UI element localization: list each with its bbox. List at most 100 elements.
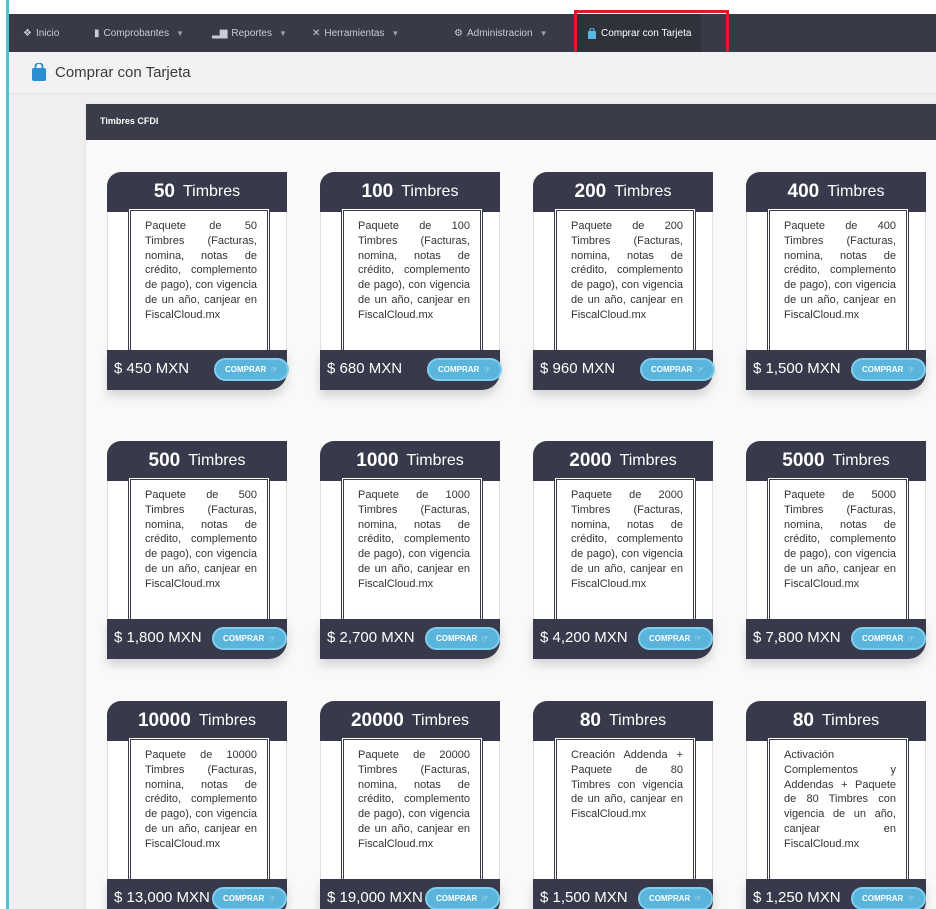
card-header: 500 Timbres <box>107 441 287 481</box>
card-price: $ 1,500 MXN <box>540 889 628 906</box>
card-price: $ 7,800 MXN <box>753 629 841 646</box>
card-unit: Timbres <box>411 712 470 729</box>
card-header: 400 Timbres <box>746 172 926 212</box>
card-unit: Timbres <box>614 183 672 200</box>
comprar-button[interactable]: COMPRAR ☞ <box>425 627 500 650</box>
comprar-button[interactable]: COMPRAR ☞ <box>425 887 500 909</box>
comprar-button[interactable]: COMPRAR ☞ <box>638 627 713 650</box>
active-nav-highlight <box>574 10 729 58</box>
hand-pointer-icon: ☞ <box>907 634 915 643</box>
package-card: 400 Timbres Paquete de 400 Timbres (Factu… <box>746 172 926 390</box>
card-quantity: 80 <box>792 710 814 731</box>
card-price: $ 1,500 MXN <box>753 360 841 377</box>
card-footer: $ 13,000 MXN COMPRAR ☞ <box>107 879 287 909</box>
card-description: Paquete de 50 Timbres (Facturas, nomina,… <box>128 208 270 354</box>
package-card: 20000 Timbres Paquete de 20000 Timbres (F… <box>320 701 500 909</box>
package-card: 200 Timbres Paquete de 200 Timbres (Factu… <box>533 172 715 390</box>
hand-pointer-icon: ☞ <box>268 634 276 643</box>
page-title: Comprar con Tarjeta <box>55 64 191 81</box>
card-unit: Timbres <box>608 712 667 729</box>
nav-herramientas-label: Herramientas <box>324 27 385 39</box>
comprar-button-label: COMPRAR <box>862 365 904 374</box>
card-description: Paquete de 2000 Timbres (Facturas, nomin… <box>554 477 696 623</box>
nav-comprobantes[interactable]: ▮ Comprobantes ▼ <box>94 14 184 52</box>
card-description: Activación Complementos y Addendas + Paq… <box>767 737 909 883</box>
hand-pointer-icon: ☞ <box>481 634 489 643</box>
card-quantity: 400 <box>787 181 820 202</box>
hand-pointer-icon: ☞ <box>696 365 704 374</box>
comprar-button-label: COMPRAR <box>225 365 267 374</box>
chevron-down-icon: ▼ <box>391 28 400 38</box>
card-header: 20000 Timbres <box>320 701 500 741</box>
card-header: 50 Timbres <box>107 172 287 212</box>
nav-administracion[interactable]: ⚙ Administracion ▼ <box>454 14 547 52</box>
card-quantity: 100 <box>361 181 394 202</box>
card-description: Paquete de 400 Timbres (Facturas, nomina… <box>767 208 909 354</box>
card-quantity: 10000 <box>137 710 191 731</box>
card-unit: Timbres <box>401 183 459 200</box>
card-unit: Timbres <box>198 712 257 729</box>
tools-icon: ✕ <box>312 27 321 39</box>
nav-administracion-label: Administracion <box>466 27 533 39</box>
card-unit: Timbres <box>821 712 880 729</box>
comprar-button[interactable]: COMPRAR ☞ <box>427 358 502 381</box>
comprar-button-label: COMPRAR <box>862 634 904 643</box>
card-body: Paquete de 500 Timbres (Facturas, nomina… <box>107 477 287 623</box>
hand-pointer-icon: ☞ <box>270 365 278 374</box>
comprar-button-label: COMPRAR <box>649 894 691 903</box>
chevron-down-icon: ▼ <box>539 28 548 38</box>
card-body: Paquete de 400 Timbres (Facturas, nomina… <box>746 208 926 354</box>
card-body: Activación Complementos y Addendas + Paq… <box>746 737 926 883</box>
nav-reportes[interactable]: ▂▆ Reportes ▼ <box>212 14 287 52</box>
card-body: Paquete de 200 Timbres (Facturas, nomina… <box>533 208 713 354</box>
page-header: Comprar con Tarjeta <box>9 52 936 94</box>
comprar-button-label: COMPRAR <box>438 365 480 374</box>
card-price: $ 450 MXN <box>114 360 190 377</box>
hand-pointer-icon: ☞ <box>268 894 276 903</box>
card-body: Paquete de 20000 Timbres (Facturas, nomi… <box>320 737 500 883</box>
card-price: $ 13,000 MXN <box>114 889 210 906</box>
card-unit: Timbres <box>619 452 677 469</box>
package-card: 1000 Timbres Paquete de 1000 Timbres (Fac… <box>320 441 500 659</box>
nav-herramientas[interactable]: ✕ Herramientas ▼ <box>312 14 399 52</box>
chevron-down-icon: ▼ <box>278 28 287 38</box>
card-body: Paquete de 2000 Timbres (Facturas, nomin… <box>533 477 713 623</box>
card-footer: $ 7,800 MXN COMPRAR ☞ <box>746 619 926 659</box>
comprar-button[interactable]: COMPRAR ☞ <box>214 358 289 381</box>
package-card: 5000 Timbres Paquete de 5000 Timbres (Fac… <box>746 441 926 659</box>
comprar-button[interactable]: COMPRAR ☞ <box>851 887 926 909</box>
comprar-button[interactable]: COMPRAR ☞ <box>851 627 926 650</box>
hand-pointer-icon: ☞ <box>481 894 489 903</box>
card-header: 80 Timbres <box>533 701 713 741</box>
panel-title: Timbres CFDI <box>100 116 159 126</box>
package-card: 2000 Timbres Paquete de 2000 Timbres (Fac… <box>533 441 713 659</box>
card-footer: $ 1,500 MXN COMPRAR ☞ <box>533 879 713 909</box>
nav-inicio[interactable]: ❖ Inicio <box>23 14 59 52</box>
card-header: 5000 Timbres <box>746 441 926 481</box>
package-card: 80 Timbres Activación Complementos y Adde… <box>746 701 926 909</box>
card-quantity: 200 <box>574 181 607 202</box>
comprar-button[interactable]: COMPRAR ☞ <box>212 887 287 909</box>
home-icon: ❖ <box>23 27 32 39</box>
card-description: Paquete de 10000 Timbres (Facturas, nomi… <box>128 737 270 883</box>
comprar-button[interactable]: COMPRAR ☞ <box>212 627 287 650</box>
card-header: 80 Timbres <box>746 701 926 741</box>
card-price: $ 1,250 MXN <box>753 889 841 906</box>
top-navbar: ❖ Inicio ▮ Comprobantes ▼ ▂▆ Reportes ▼ … <box>9 14 936 52</box>
bar-chart-icon: ▂▆ <box>212 27 228 39</box>
nav-comprobantes-label: Comprobantes <box>103 27 170 39</box>
nav-reportes-label: Reportes <box>231 27 272 39</box>
package-card: 500 Timbres Paquete de 500 Timbres (Factu… <box>107 441 287 659</box>
card-unit: Timbres <box>406 452 464 469</box>
comprar-button[interactable]: COMPRAR ☞ <box>851 358 926 381</box>
card-unit: Timbres <box>832 452 890 469</box>
card-price: $ 1,800 MXN <box>114 629 202 646</box>
comprar-button[interactable]: COMPRAR ☞ <box>640 358 715 381</box>
card-footer: $ 19,000 MXN COMPRAR ☞ <box>320 879 500 909</box>
comprar-button[interactable]: COMPRAR ☞ <box>638 887 713 909</box>
card-footer: $ 4,200 MXN COMPRAR ☞ <box>533 619 713 659</box>
hand-pointer-icon: ☞ <box>907 365 915 374</box>
card-footer: $ 450 MXN COMPRAR ☞ <box>107 350 289 390</box>
card-footer: $ 1,250 MXN COMPRAR ☞ <box>746 879 926 909</box>
hand-pointer-icon: ☞ <box>694 894 702 903</box>
